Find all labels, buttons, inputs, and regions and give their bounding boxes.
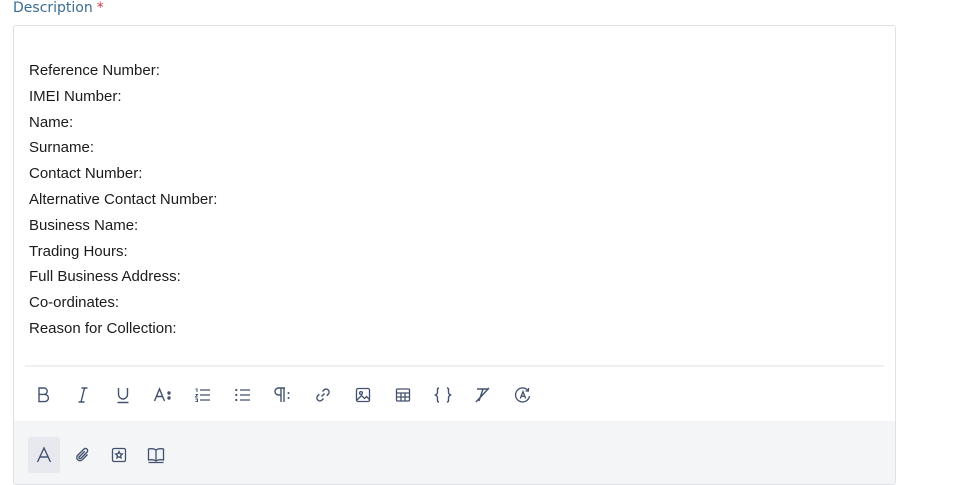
content-line-alternative-contact-number[interactable]: Alternative Contact Number: (29, 187, 217, 213)
autocorrect-icon[interactable] (509, 381, 537, 409)
text-mode-icon[interactable] (28, 437, 60, 473)
knowledge-base-icon[interactable] (140, 437, 172, 473)
description-label-text: Description (13, 0, 93, 16)
underline-icon[interactable] (109, 381, 137, 409)
attachment-icon[interactable] (67, 437, 99, 473)
link-icon[interactable] (309, 381, 337, 409)
description-editor[interactable]: Reference Number: IMEI Number: Name: Sur… (13, 25, 896, 485)
bold-icon[interactable] (29, 381, 57, 409)
table-icon[interactable] (389, 381, 417, 409)
content-line-reference-number[interactable]: Reference Number: (29, 58, 217, 84)
content-line-co-ordinates[interactable]: Co-ordinates: (29, 290, 217, 316)
italic-icon[interactable] (69, 381, 97, 409)
content-line-full-business-address[interactable]: Full Business Address: (29, 264, 217, 290)
content-line-trading-hours[interactable]: Trading Hours: (29, 239, 217, 265)
content-line-imei-number[interactable]: IMEI Number: (29, 84, 217, 110)
image-icon[interactable] (349, 381, 377, 409)
content-line-surname[interactable]: Surname: (29, 135, 217, 161)
content-line-reason-for-collection[interactable]: Reason for Collection: (29, 316, 217, 342)
content-line-name[interactable]: Name: (29, 110, 217, 136)
editor-content[interactable]: Reference Number: IMEI Number: Name: Sur… (29, 58, 217, 342)
font-size-icon[interactable] (149, 381, 177, 409)
content-line-contact-number[interactable]: Contact Number: (29, 161, 217, 187)
description-field-label: Description * (13, 0, 104, 17)
required-marker: * (96, 0, 104, 16)
bullet-list-icon[interactable] (229, 381, 257, 409)
paragraph-icon[interactable] (269, 381, 297, 409)
formatting-toolbar (14, 367, 895, 421)
clear-format-icon[interactable] (469, 381, 497, 409)
numbered-list-icon[interactable] (189, 381, 217, 409)
content-line-business-name[interactable]: Business Name: (29, 213, 217, 239)
code-block-icon[interactable] (429, 381, 457, 409)
editor-footer (14, 421, 895, 484)
snippet-icon[interactable] (103, 437, 135, 473)
